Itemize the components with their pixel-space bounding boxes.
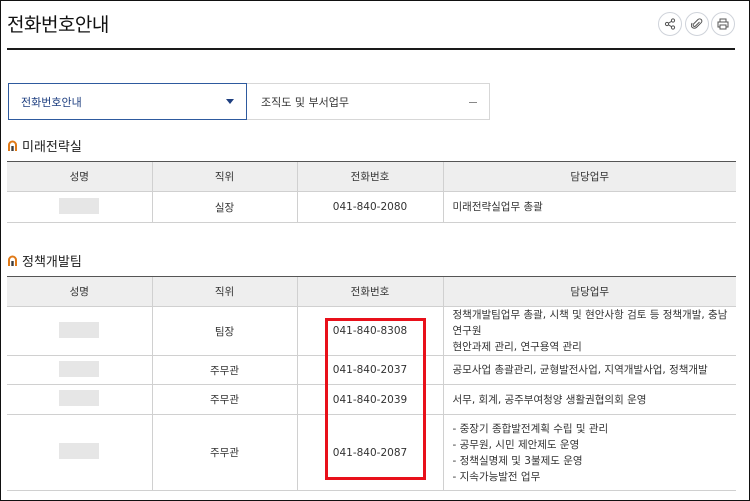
name-cell-redacted <box>7 306 152 356</box>
title-divider <box>7 48 735 50</box>
attach-button[interactable] <box>685 12 709 36</box>
redacted-name <box>59 360 100 377</box>
duty-cell: 미래전략실업무 총괄 <box>442 191 736 223</box>
duty-line: 현안과제 관리, 연구용역 관리 <box>452 341 582 353</box>
phone-cell: 041-840-2080 <box>296 191 443 223</box>
section-title-text: 정책개발팀 <box>22 255 82 270</box>
phone-highlight-box <box>325 318 426 480</box>
staff-table-future-strategy: 성명 직위 전화번호 담당업무 실장 041-840-2080 미래전략실업무 … <box>7 161 736 223</box>
duty-cell: - 중장기 종합발전계획 수립 및 관리 - 공무원, 시민 제안제도 운영 -… <box>442 414 736 491</box>
table-row: 실장 041-840-2080 미래전략실업무 총괄 <box>7 191 736 223</box>
duty-line: - 정책실명제 및 3불제도 운영 <box>452 454 583 467</box>
section-title-future-strategy: 미래전략실 <box>7 136 82 155</box>
header-duty: 담당업무 <box>442 161 736 192</box>
position-cell: 주무관 <box>151 355 297 385</box>
section-bullet-icon <box>8 255 17 266</box>
share-icon <box>664 18 676 30</box>
duty-cell: 정책개발팀업무 총괄, 시책 및 현안사항 검토 등 정책개발, 충남연구원 현… <box>442 306 736 356</box>
page-selector-dropdown[interactable]: 전화번호안내 <box>8 83 247 120</box>
header-name: 성명 <box>7 276 152 307</box>
header-position: 직위 <box>151 276 297 307</box>
table-header-row: 성명 직위 전화번호 담당업무 <box>7 276 736 307</box>
duty-line: - 공무원, 시민 제안제도 운영 <box>452 438 580 451</box>
redacted-name <box>59 390 100 406</box>
name-cell-redacted <box>7 384 152 415</box>
section-title-policy-dev: 정책개발팀 <box>7 251 82 270</box>
section-bullet-icon <box>8 140 17 151</box>
header-position: 직위 <box>151 161 297 192</box>
table-header-row: 성명 직위 전화번호 담당업무 <box>7 161 736 192</box>
org-chart-link-label: 조직도 및 부서업무 <box>261 95 349 109</box>
duty-line: - 지속가능발전 업무 <box>452 470 541 483</box>
minus-icon <box>469 102 477 103</box>
position-cell: 주무관 <box>151 414 297 491</box>
chevron-down-icon <box>226 99 234 104</box>
header-name: 성명 <box>7 161 152 192</box>
redacted-name <box>59 197 100 214</box>
page-selector-value: 전화번호안내 <box>21 95 82 109</box>
duty-cell: 서무, 회계, 공주부여청양 생활권협의회 운영 <box>442 384 736 415</box>
position-cell: 실장 <box>151 191 297 223</box>
name-cell-redacted <box>7 191 152 223</box>
print-icon <box>717 18 729 30</box>
name-cell-redacted <box>7 414 152 491</box>
position-cell: 팀장 <box>151 306 297 356</box>
duty-cell: 공모사업 총괄관리, 균형발전사업, 지역개발사업, 정책개발 <box>442 355 736 385</box>
duty-line: 정책개발팀업무 총괄, 시책 및 현안사항 검토 등 정책개발, 충남연구원 <box>452 309 728 337</box>
duty-line: - 중장기 종합발전계획 수립 및 관리 <box>452 422 609 435</box>
header-duty: 담당업무 <box>442 276 736 307</box>
org-chart-link[interactable]: 조직도 및 부서업무 <box>247 83 490 120</box>
redacted-name <box>59 443 100 459</box>
name-cell-redacted <box>7 355 152 385</box>
page-title: 전화번호안내 <box>7 14 109 36</box>
redacted-name <box>59 321 100 338</box>
print-button[interactable] <box>711 12 735 36</box>
header-phone: 전화번호 <box>296 161 443 192</box>
paperclip-icon <box>691 18 703 29</box>
section-title-text: 미래전략실 <box>22 140 82 155</box>
share-button[interactable] <box>658 12 682 36</box>
header-phone: 전화번호 <box>296 276 443 307</box>
position-cell: 주무관 <box>151 384 297 415</box>
